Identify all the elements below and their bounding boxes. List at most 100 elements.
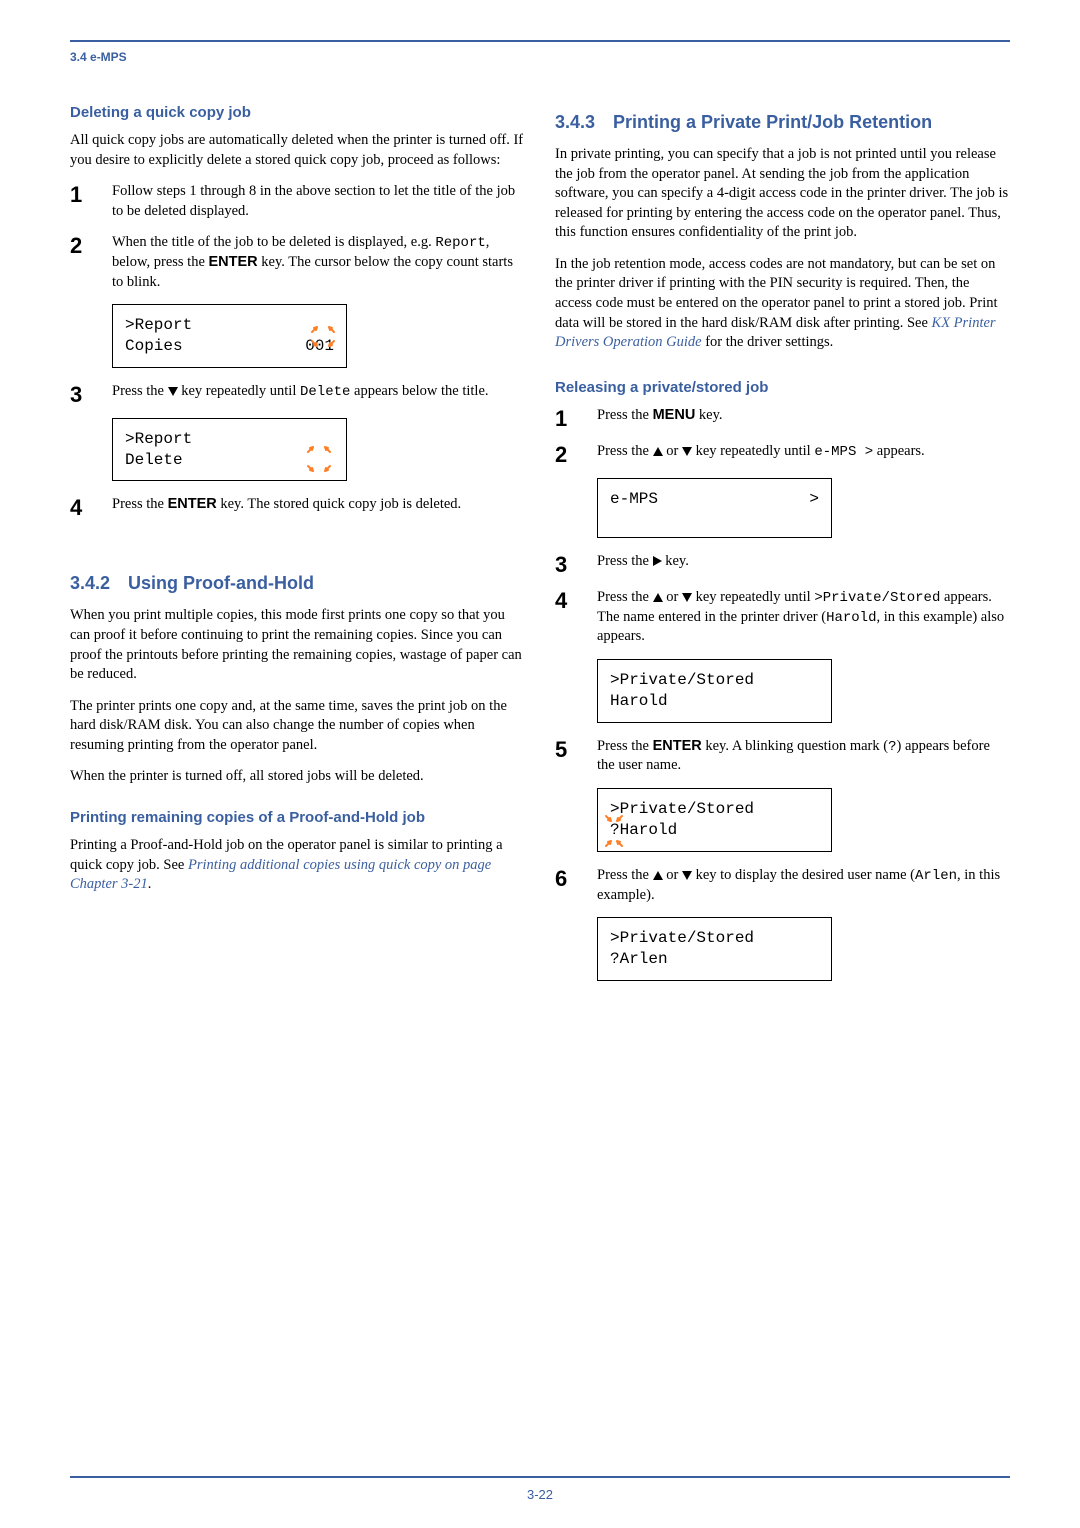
text: appears below the title. (350, 383, 488, 399)
down-arrow-icon (168, 387, 178, 396)
text: When the title of the job to be deleted … (112, 234, 435, 250)
step-2-left: 2 When the title of the job to be delete… (70, 233, 525, 292)
heading-deleting-quick-copy: Deleting a quick copy job (70, 104, 525, 121)
step-number: 1 (555, 408, 581, 430)
breadcrumb: 3.4 e-MPS (70, 50, 1010, 64)
display-label: e-MPS (610, 489, 658, 510)
text: Press the (597, 738, 653, 754)
heading-print-remaining: Printing remaining copies of a Proof-and… (70, 809, 525, 826)
heading-number: 3.4.2 (70, 573, 110, 594)
right-arrow-icon (653, 556, 662, 566)
text: . (148, 876, 152, 892)
display-private-arlen: >Private/Stored ?Arlen (597, 917, 832, 981)
display-line: ?Arlen (610, 949, 819, 970)
step-number: 3 (555, 554, 581, 576)
para-342b: The printer prints one copy and, at the … (70, 697, 525, 756)
text: Press the (597, 443, 653, 459)
step-number: 5 (555, 739, 581, 776)
top-rule (70, 40, 1010, 42)
para-342a: When you print multiple copies, this mod… (70, 606, 525, 684)
step-number: 1 (70, 184, 96, 221)
page-number: 3-22 (0, 1487, 1080, 1502)
display-emps: e-MPS > (597, 478, 832, 538)
key-menu: MENU (653, 407, 696, 423)
display-report-copies: >Report Copies 001 (112, 304, 347, 368)
step-4-right: 4 Press the or key repeatedly until >Pri… (555, 588, 1010, 647)
text-mono: e-MPS > (814, 444, 873, 460)
down-arrow-icon (682, 593, 692, 602)
heading-3-4-3: 3.4.3 Printing a Private Print/Job Reten… (555, 112, 1010, 133)
display-line: e-MPS > (610, 489, 819, 510)
display-line: Harold (610, 691, 819, 712)
text-mono: Delete (300, 384, 350, 400)
display-line: >Private/Stored (610, 799, 819, 820)
step-text: Follow steps 1 through 8 in the above se… (112, 182, 525, 221)
key-enter: ENTER (209, 254, 258, 270)
text: key repeatedly until (692, 443, 814, 459)
display-value: Delete (125, 450, 183, 471)
step-text: Press the ENTER key. A blinking question… (597, 737, 1010, 776)
text: Press the (112, 383, 168, 399)
display-line: Copies 001 (125, 336, 334, 357)
text: key to display the desired user name ( (692, 867, 915, 883)
text: key. (695, 407, 722, 423)
step-number: 2 (555, 444, 581, 466)
step-number: 6 (555, 868, 581, 905)
para-del-intro: All quick copy jobs are automatically de… (70, 131, 525, 170)
text: Press the (597, 553, 653, 569)
text-mono: Harold (826, 610, 876, 626)
text: key. The stored quick copy job is delete… (217, 496, 461, 512)
up-arrow-icon (653, 871, 663, 880)
step-text: Press the key. (597, 552, 1010, 576)
blink-indicator-icon (602, 810, 628, 850)
text-mono: ? (888, 739, 896, 755)
step-text: When the title of the job to be deleted … (112, 233, 525, 292)
step-2-right: 2 Press the or key repeatedly until e-MP… (555, 442, 1010, 466)
step-3-left: 3 Press the key repeatedly until Delete … (70, 382, 525, 406)
display-line: >Private/Stored (610, 670, 819, 691)
step-text: Press the or key to display the desired … (597, 866, 1010, 905)
heading-text: Using Proof-and-Hold (128, 573, 314, 594)
key-enter: ENTER (653, 738, 702, 754)
display-label: Copies (125, 336, 183, 357)
down-arrow-icon (682, 871, 692, 880)
blink-indicator-icon (302, 462, 336, 496)
step-number: 2 (70, 235, 96, 292)
step-text: Press the ENTER key. The stored quick co… (112, 495, 525, 519)
text: key. (662, 553, 689, 569)
para-343a: In private printing, you can specify tha… (555, 145, 1010, 243)
para-print-remain: Printing a Proof-and-Hold job on the ope… (70, 836, 525, 895)
text: key repeatedly until (692, 589, 814, 605)
text: for the driver settings. (702, 334, 834, 350)
para-343b: In the job retention mode, access codes … (555, 255, 1010, 353)
text: key. A blinking question mark ( (702, 738, 888, 754)
display-value: > (809, 489, 819, 510)
para-342c: When the printer is turned off, all stor… (70, 767, 525, 787)
left-column: Deleting a quick copy job All quick copy… (70, 104, 525, 995)
text: or (663, 867, 682, 883)
step-4-left: 4 Press the ENTER key. The stored quick … (70, 495, 525, 519)
step-text: Press the or key repeatedly until >Priva… (597, 588, 1010, 647)
step-1-right: 1 Press the MENU key. (555, 406, 1010, 430)
heading-3-4-2: 3.4.2 Using Proof-and-Hold (70, 573, 525, 594)
bottom-rule (70, 1476, 1010, 1478)
up-arrow-icon (653, 593, 663, 602)
right-column: 3.4.3 Printing a Private Print/Job Reten… (555, 104, 1010, 995)
text-mono: Arlen (915, 868, 957, 884)
step-1-left: 1 Follow steps 1 through 8 in the above … (70, 182, 525, 221)
text: or (663, 443, 682, 459)
step-3-right: 3 Press the key. (555, 552, 1010, 576)
up-arrow-icon (653, 447, 663, 456)
blink-indicator-icon (306, 337, 340, 371)
display-private-harold: >Private/Stored Harold (597, 659, 832, 723)
step-text: Press the MENU key. (597, 406, 1010, 430)
down-arrow-icon (682, 447, 692, 456)
display-line: >Private/Stored (610, 928, 819, 949)
heading-number: 3.4.3 (555, 112, 595, 133)
display-line: ?Harold (610, 820, 819, 841)
step-number: 4 (555, 590, 581, 647)
display-report-delete: >Report Delete (112, 418, 347, 482)
display-private-qharold: >Private/Stored ?Harold (597, 788, 832, 852)
text-mono: >Private/Stored (814, 590, 940, 606)
text: appears. (873, 443, 925, 459)
